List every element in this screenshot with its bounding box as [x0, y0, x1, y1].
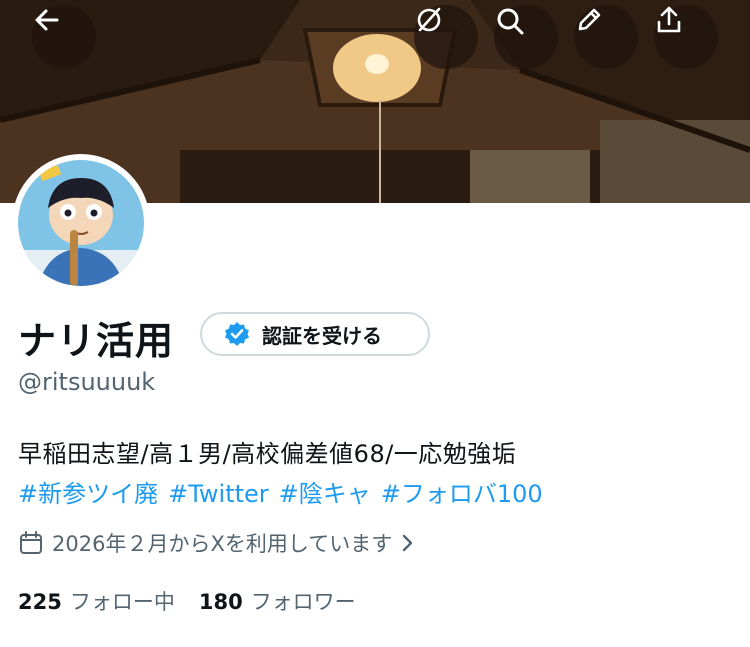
followers-link[interactable]: 180 フォロワー: [199, 586, 356, 616]
avatar-image: [18, 160, 144, 286]
pencil-icon: [578, 8, 601, 31]
back-button[interactable]: [32, 5, 96, 69]
search-icon: [497, 8, 524, 35]
hashtag-link[interactable]: #Twitter: [168, 480, 269, 508]
calendar-icon: [20, 531, 42, 554]
following-label: フォロー中: [69, 590, 175, 614]
hashtag-link[interactable]: #陰キャ: [279, 480, 371, 508]
following-link[interactable]: 225 フォロー中: [18, 586, 175, 616]
display-name: ナリ活用: [18, 319, 175, 363]
bio-text: 早稲田志望/高１男/高校偏差値68/一応勉強垢: [18, 440, 517, 468]
following-count: 225: [18, 590, 62, 614]
verified-badge-icon: [225, 322, 249, 346]
grok-button[interactable]: [414, 5, 478, 69]
get-verified-label: 認証を受ける: [262, 323, 382, 348]
grok-icon: [417, 7, 441, 32]
followers-count: 180: [198, 590, 243, 614]
avatar[interactable]: [12, 154, 150, 292]
search-button[interactable]: [494, 5, 558, 69]
share-icon: [657, 6, 681, 33]
user-handle: @ritsuuuuk: [18, 368, 156, 396]
follow-stats: 225 フォロー中 180 フォロワー: [18, 586, 380, 616]
followers-label: フォロワー: [250, 590, 356, 614]
joined-date-row[interactable]: 2026年２月からXを利用しています: [18, 528, 414, 558]
hashtag-link[interactable]: #新参ツイ廃: [18, 480, 158, 508]
hashtag-link[interactable]: #フォロバ100: [381, 480, 543, 508]
edit-button[interactable]: [574, 5, 638, 69]
share-button[interactable]: [654, 5, 718, 69]
arrow-left-icon: [35, 9, 59, 31]
get-verified-button[interactable]: 認証を受ける: [200, 312, 430, 356]
joined-date-text: 2026年２月からXを利用しています: [52, 532, 393, 556]
chevron-right-icon: [403, 534, 413, 552]
bio-hashtags: #新参ツイ廃 #Twitter #陰キャ #フォロバ100: [18, 474, 553, 509]
